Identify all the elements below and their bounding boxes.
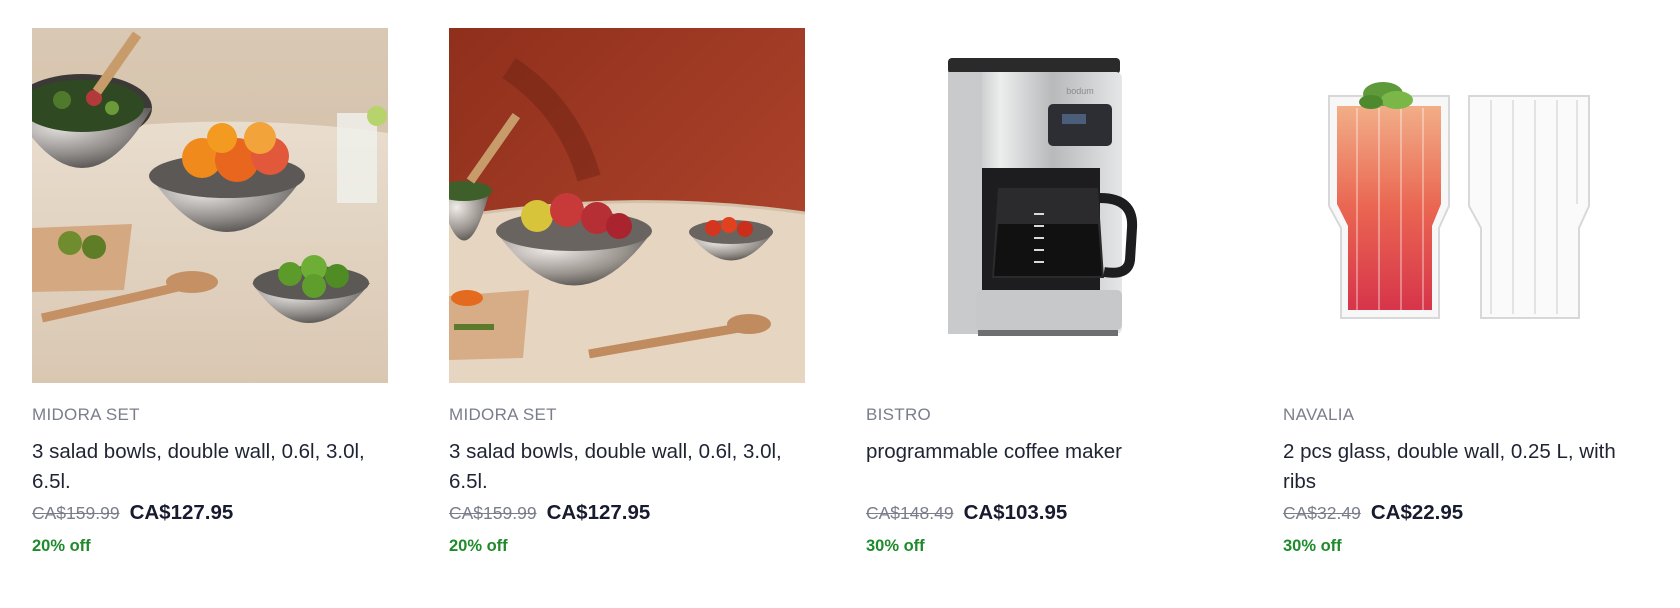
- product-title[interactable]: 2 pcs glass, double wall, 0.25 L, with r…: [1283, 437, 1639, 497]
- product-collection: MIDORA SET: [32, 405, 140, 424]
- product-card[interactable]: NAVALIA 2 pcs glass, double wall, 0.25 L…: [1283, 28, 1639, 556]
- original-price: CA$32.49: [1283, 503, 1361, 523]
- product-card[interactable]: bodum BISTRO programmable coffee maker C…: [866, 28, 1222, 556]
- product-title[interactable]: programmable coffee maker: [866, 437, 1222, 497]
- product-image[interactable]: [32, 28, 388, 383]
- product-collection: NAVALIA: [1283, 405, 1355, 424]
- sale-price: CA$127.95: [129, 501, 234, 524]
- price-row: CA$159.99 CA$127.95: [449, 501, 805, 531]
- salad-bowls-photo-icon: [32, 28, 388, 383]
- product-card[interactable]: MIDORA SET 3 salad bowls, double wall, 0…: [449, 28, 805, 556]
- salad-bowls-orange-wall-photo-icon: [449, 28, 805, 383]
- product-collection: MIDORA SET: [449, 405, 557, 424]
- product-title[interactable]: 3 salad bowls, double wall, 0.6l, 3.0l, …: [449, 437, 805, 497]
- original-price: CA$148.49: [866, 503, 954, 523]
- product-collection: BISTRO: [866, 405, 932, 424]
- coffee-maker-photo-icon: bodum: [866, 28, 1222, 383]
- product-card[interactable]: MIDORA SET 3 salad bowls, double wall, 0…: [32, 28, 388, 556]
- sale-price: CA$22.95: [1370, 501, 1464, 524]
- double-wall-glasses-photo-icon: [1283, 28, 1639, 383]
- discount-badge: 30% off: [866, 537, 925, 555]
- product-image[interactable]: [449, 28, 805, 383]
- discount-badge: 20% off: [32, 537, 91, 555]
- discount-badge: 20% off: [449, 537, 508, 555]
- original-price: CA$159.99: [32, 503, 120, 523]
- product-image[interactable]: bodum: [866, 28, 1222, 383]
- discount-badge: 30% off: [1283, 537, 1342, 555]
- sale-price: CA$103.95: [963, 501, 1068, 524]
- price-row: CA$148.49 CA$103.95: [866, 501, 1222, 531]
- product-grid: MIDORA SET 3 salad bowls, double wall, 0…: [0, 0, 1680, 608]
- price-row: CA$159.99 CA$127.95: [32, 501, 388, 531]
- product-image[interactable]: [1283, 28, 1639, 383]
- price-row: CA$32.49 CA$22.95: [1283, 501, 1639, 531]
- product-title[interactable]: 3 salad bowls, double wall, 0.6l, 3.0l, …: [32, 437, 388, 497]
- brand-mark: bodum: [1066, 86, 1094, 96]
- original-price: CA$159.99: [449, 503, 537, 523]
- sale-price: CA$127.95: [546, 501, 651, 524]
